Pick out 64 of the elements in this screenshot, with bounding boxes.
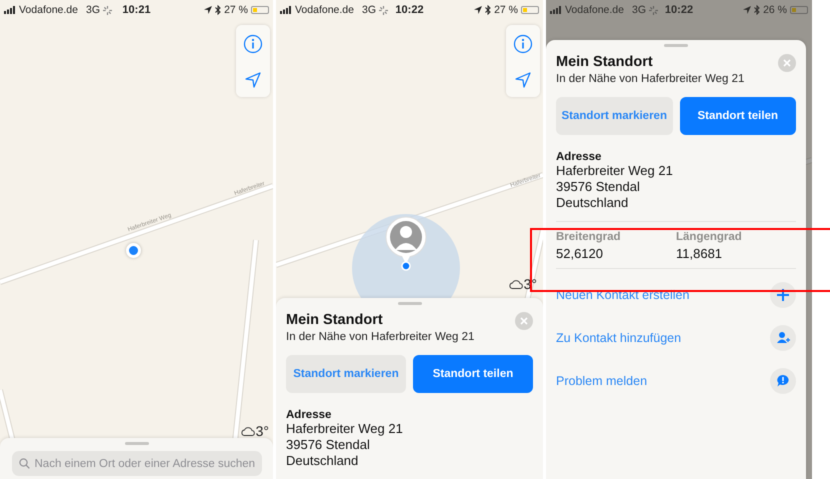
search-icon xyxy=(18,458,30,469)
activity-icon xyxy=(649,6,658,14)
address-line: 39576 Stendal xyxy=(556,179,641,195)
coordinate-label: Breitengrad xyxy=(556,231,622,243)
signal-icon xyxy=(4,6,16,14)
address-label: Adresse xyxy=(556,151,602,163)
network-type: 3G xyxy=(362,4,376,16)
bluetooth-icon xyxy=(485,5,492,15)
battery-icon xyxy=(790,6,808,14)
clock-time: 10:22 xyxy=(395,4,424,16)
cloud-icon xyxy=(240,426,255,436)
address-line: 39576 Stendal xyxy=(286,437,371,453)
address-line: Haferbreiter Weg 21 xyxy=(286,421,404,437)
speech-bubble-icon[interactable] xyxy=(770,368,796,394)
plus-icon[interactable] xyxy=(770,282,796,308)
carrier-name: Vodafone.de xyxy=(565,4,624,16)
location-arrow-icon xyxy=(204,6,212,14)
coordinate-value: 52,6120 xyxy=(556,246,604,261)
address-label: Adresse xyxy=(286,409,332,421)
address-line: Deutschland xyxy=(286,453,360,469)
info-icon[interactable] xyxy=(243,34,263,54)
place-title: Mein Standort xyxy=(556,54,654,70)
bluetooth-icon xyxy=(754,5,760,15)
address-line: Deutschland xyxy=(556,195,630,211)
cloud-icon xyxy=(508,279,523,289)
share-button[interactable]: Standort teilen xyxy=(680,97,796,135)
signal-icon xyxy=(550,6,562,14)
address-line: Haferbreiter Weg 21 xyxy=(556,163,674,179)
mark-button[interactable]: Standort markieren xyxy=(556,97,672,135)
clock-time: 10:22 xyxy=(664,4,694,16)
action-link[interactable]: Problem melden xyxy=(556,374,648,388)
location-arrow-icon[interactable] xyxy=(514,70,532,88)
bluetooth-icon xyxy=(215,5,222,15)
place-title: Mein Standort xyxy=(286,312,384,328)
search-input[interactable]: Nach einem Ort oder einer Adresse suchen xyxy=(34,458,254,470)
battery-percent: 26 % xyxy=(763,4,787,16)
coordinate-label: Längengrad xyxy=(676,231,743,243)
location-dot xyxy=(126,243,141,258)
clock-time: 10:21 xyxy=(122,4,151,16)
location-arrow-icon xyxy=(743,6,752,14)
avatar-pin-icon xyxy=(385,216,427,272)
temperature: 3° xyxy=(256,423,269,439)
network-type: 3G xyxy=(86,4,100,16)
coordinate-value: 11,8681 xyxy=(676,246,724,261)
battery-percent: 27 % xyxy=(224,4,248,16)
location-arrow-icon xyxy=(474,6,482,14)
location-arrow-icon[interactable] xyxy=(244,70,262,88)
battery-icon xyxy=(521,6,539,14)
activity-icon xyxy=(103,6,112,14)
carrier-name: Vodafone.de xyxy=(295,4,354,16)
mark-button[interactable]: Standort markieren xyxy=(286,355,406,393)
action-link[interactable]: Zu Kontakt hinzufügen xyxy=(556,330,682,344)
activity-icon xyxy=(379,6,388,14)
place-subtitle: In der Nähe von Haferbreiter Weg 21 xyxy=(286,331,474,343)
signal-icon xyxy=(280,6,292,14)
add-person-icon[interactable] xyxy=(770,324,796,350)
share-button[interactable]: Standort teilen xyxy=(413,355,533,393)
network-type: 3G xyxy=(632,4,646,16)
search-field[interactable]: Nach einem Ort oder einer Adresse suchen xyxy=(12,451,262,476)
place-subtitle: In der Nähe von Haferbreiter Weg 21 xyxy=(556,73,744,85)
battery-icon xyxy=(251,6,269,14)
carrier-name: Vodafone.de xyxy=(19,4,78,16)
battery-percent: 27 % xyxy=(494,4,518,16)
info-icon[interactable] xyxy=(513,34,533,54)
